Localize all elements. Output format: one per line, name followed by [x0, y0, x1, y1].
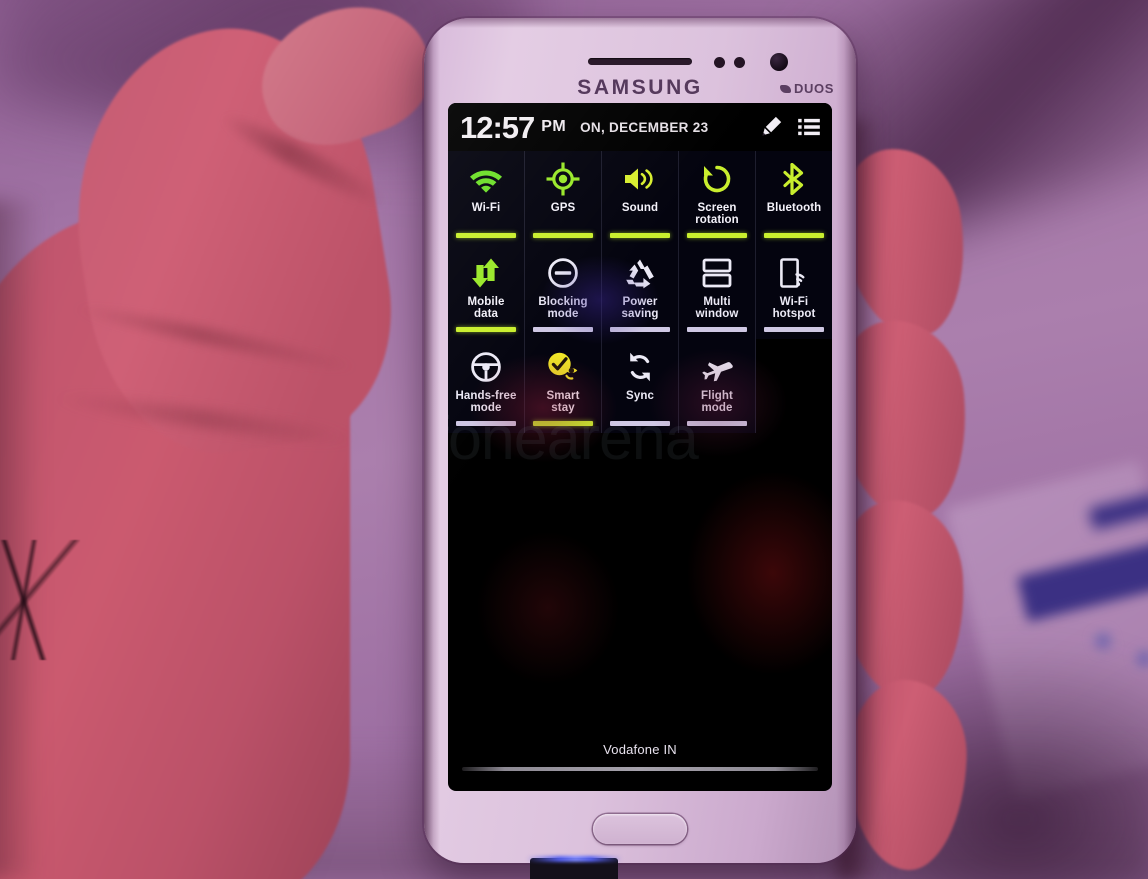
sync-arrows-icon	[625, 348, 655, 386]
toggle-state-bar	[533, 327, 593, 332]
wifi-icon	[468, 160, 504, 198]
screen-glow-red-lower	[478, 533, 618, 683]
toggle-wifi[interactable]: Wi-Fi	[448, 151, 525, 245]
front-camera	[770, 53, 788, 71]
toggle-smart-stay[interactable]: Smart stay	[525, 339, 602, 433]
toggle-state-bar	[533, 233, 593, 238]
quick-settings-row: Wi-Fi GPS Sound Screen rotation Bluetoot…	[448, 151, 832, 245]
toggle-label: Hands-free mode	[455, 390, 517, 415]
toggle-bluetooth[interactable]: Bluetooth	[756, 151, 832, 245]
toggle-gps[interactable]: GPS	[525, 151, 602, 245]
toggle-mobile-data[interactable]: Mobile data	[448, 245, 525, 339]
toggle-state-bar	[687, 327, 747, 332]
toggle-state-bar	[456, 327, 516, 332]
toggle-hands-free-mode[interactable]: Hands-free mode	[448, 339, 525, 433]
duos-badge: DUOS	[780, 81, 834, 96]
toggle-label: Smart stay	[546, 390, 580, 415]
list-menu-icon[interactable]	[796, 114, 822, 140]
toggle-label: Screen rotation	[695, 202, 739, 227]
toggle-wifi-hotspot[interactable]: Wi-Fi hotspot	[756, 245, 832, 339]
toggle-state-bar	[687, 421, 747, 426]
clock-ampm: PM	[541, 118, 567, 135]
home-button[interactable]	[593, 814, 687, 844]
power-saving-recycle-icon	[623, 254, 657, 292]
samsung-phone: SAMSUNG DUOS 12:57 PM ON, DECEMBER 23 Wi…	[424, 18, 856, 863]
arm-hair	[0, 540, 80, 660]
quick-settings-panel: Wi-Fi GPS Sound Screen rotation Bluetoot…	[448, 151, 832, 433]
toggle-label: Power saving	[621, 296, 659, 321]
toggle-label: Wi-Fi hotspot	[772, 296, 816, 321]
screen-glow-red-right	[688, 473, 832, 673]
blocking-mode-icon	[547, 254, 579, 292]
photo-scene: SAMSUNG DUOS 12:57 PM ON, DECEMBER 23 Wi…	[0, 0, 1148, 879]
duos-label: DUOS	[794, 81, 834, 96]
light-sensor-icon	[734, 57, 745, 68]
toggle-sync[interactable]: Sync	[602, 339, 679, 433]
carrier-label: Vodafone IN	[603, 742, 677, 757]
multi-window-icon	[701, 254, 733, 292]
toggle-screen-rotation[interactable]: Screen rotation	[679, 151, 756, 245]
pencil-edit-icon[interactable]	[758, 114, 784, 140]
toggle-power-saving[interactable]: Power saving	[602, 245, 679, 339]
toggle-multi-window[interactable]: Multi window	[679, 245, 756, 339]
toggle-sound[interactable]: Sound	[602, 151, 679, 245]
duos-mark-icon	[780, 84, 792, 93]
status-date: ON, DECEMBER 23	[580, 119, 709, 135]
toggle-state-bar	[764, 327, 824, 332]
toggle-state-bar	[533, 421, 593, 426]
steering-wheel-icon	[470, 348, 502, 386]
toggle-label: Sync	[626, 390, 654, 402]
toggle-label: Sound	[621, 202, 659, 214]
toggle-flight-mode[interactable]: Flight mode	[679, 339, 756, 433]
phone-top-edge	[424, 18, 856, 28]
sound-speaker-icon	[622, 160, 658, 198]
proximity-sensor-icon	[714, 57, 725, 68]
toggle-state-bar	[610, 327, 670, 332]
gps-crosshair-icon	[546, 160, 580, 198]
quick-settings-row: Hands-free mode Smart stay Sync Flight m…	[448, 339, 832, 433]
smart-stay-eye-icon	[545, 348, 581, 386]
earpiece-speaker	[588, 58, 692, 65]
toggle-state-bar	[687, 233, 747, 238]
toggle-blocking-mode[interactable]: Blocking mode	[525, 245, 602, 339]
toggle-empty-slot	[756, 339, 832, 433]
clock-time: 12:57	[460, 109, 535, 145]
mobile-data-arrows-icon	[469, 254, 503, 292]
toggle-label: Flight mode	[701, 390, 733, 415]
gripping-fingers	[829, 120, 1058, 879]
phone-left-edge	[424, 18, 440, 863]
toggle-label: Bluetooth	[766, 202, 822, 214]
toggle-state-bar	[456, 233, 516, 238]
quick-settings-row: Mobile data Blocking mode Power saving M…	[448, 245, 832, 339]
status-bar: 12:57 PM ON, DECEMBER 23	[448, 103, 832, 151]
airplane-icon	[700, 348, 734, 386]
wifi-hotspot-icon	[779, 254, 809, 292]
toggle-label: Wi-Fi	[471, 202, 501, 214]
toggle-label: Blocking mode	[538, 296, 588, 321]
toggle-label: Mobile data	[467, 296, 505, 321]
toggle-state-bar	[456, 421, 516, 426]
toggle-label: Multi window	[695, 296, 739, 321]
phone-screen[interactable]: 12:57 PM ON, DECEMBER 23 Wi-Fi GPS Sound…	[448, 103, 832, 791]
toggle-state-bar	[764, 233, 824, 238]
bluetooth-icon	[781, 160, 807, 198]
toggle-state-bar	[610, 421, 670, 426]
phone-right-edge	[836, 18, 856, 863]
samsung-logo: SAMSUNG	[577, 76, 703, 99]
screen-rotation-icon	[701, 160, 733, 198]
notification-drag-handle[interactable]	[462, 767, 818, 771]
toggle-label: GPS	[550, 202, 576, 214]
toggle-state-bar	[610, 233, 670, 238]
usb-charging-led	[526, 856, 622, 862]
